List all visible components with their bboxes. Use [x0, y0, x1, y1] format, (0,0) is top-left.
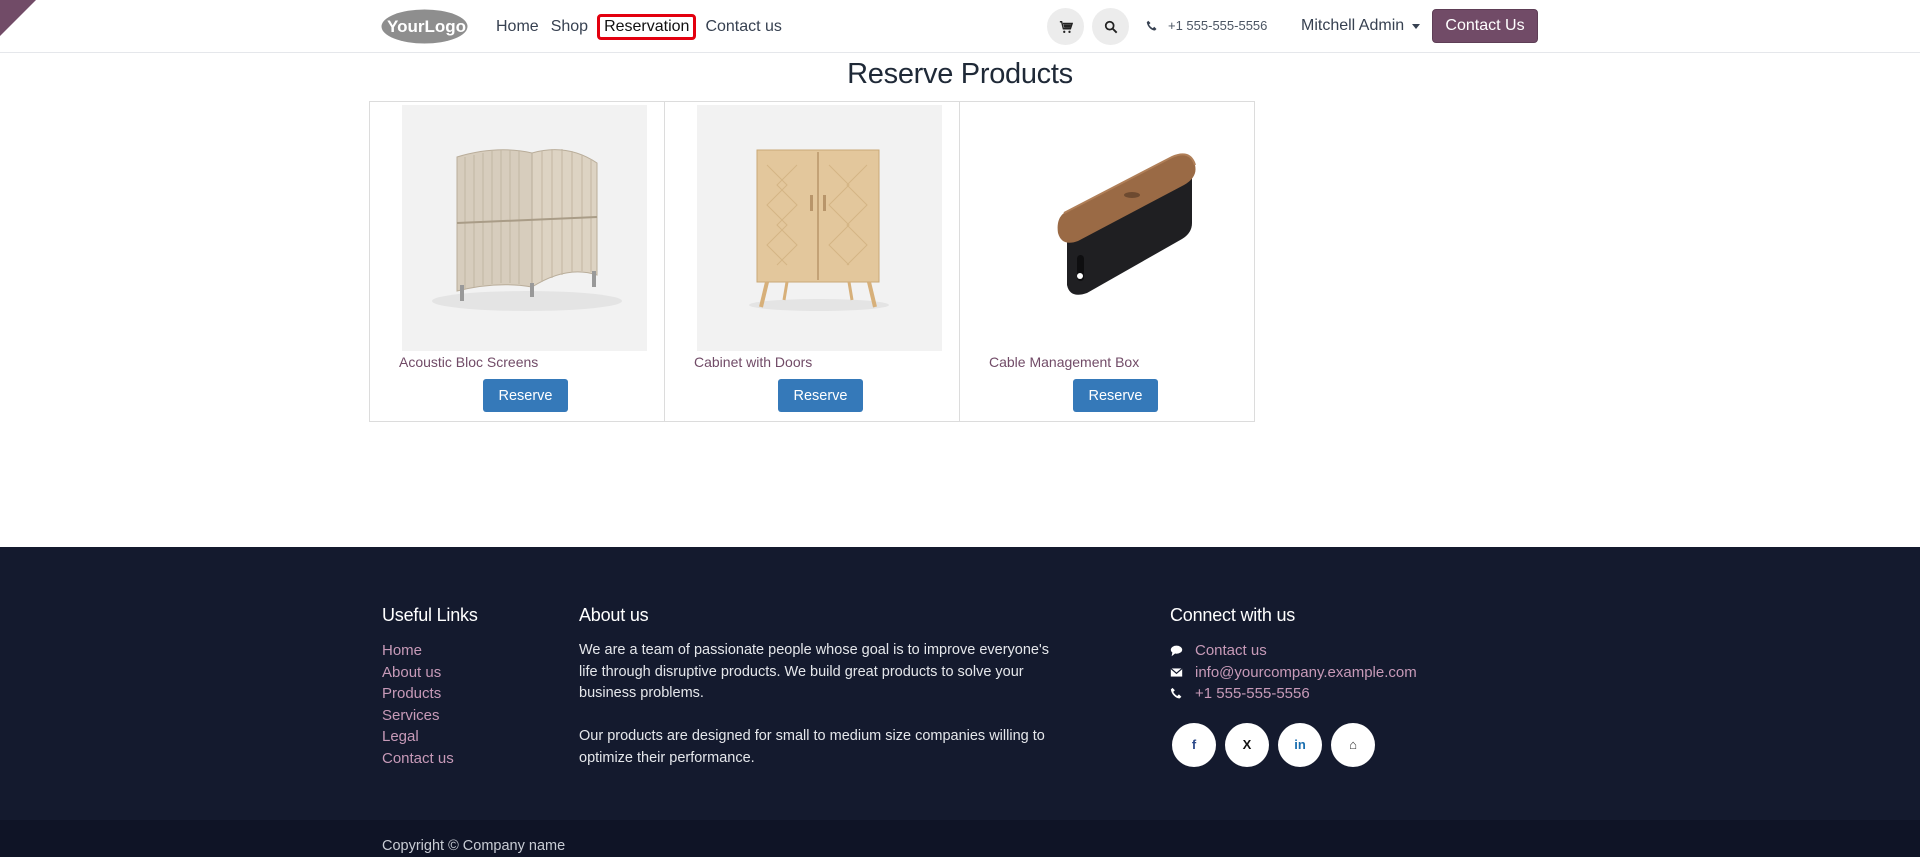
nav-shop[interactable]: Shop [545, 14, 594, 40]
nav-reservation[interactable]: Reservation [597, 14, 697, 40]
product-image-cabinet[interactable] [697, 105, 942, 351]
search-button[interactable] [1092, 8, 1129, 45]
reserve-button[interactable]: Reserve [778, 379, 863, 412]
product-name[interactable]: Acoustic Bloc Screens [399, 354, 538, 370]
contact-us-button[interactable]: Contact Us [1432, 9, 1538, 43]
useful-links-title: Useful Links [382, 605, 478, 625]
x-twitter-icon[interactable]: X [1225, 722, 1269, 767]
social-links: f X in ⌂ [1172, 722, 1417, 767]
reserve-button[interactable]: Reserve [483, 379, 568, 412]
cart-icon [1059, 20, 1073, 33]
product-name[interactable]: Cable Management Box [989, 354, 1139, 370]
product-card: Acoustic Bloc Screens Reserve [369, 101, 665, 422]
site-header: YourLogo Home Shop Reservation Contact u… [0, 0, 1920, 53]
product-image-acoustic-screens[interactable] [402, 105, 647, 351]
chevron-down-icon [1412, 23, 1421, 29]
user-name: Mitchell Admin [1301, 17, 1405, 34]
footer-link-products[interactable]: Products [382, 683, 478, 705]
product-grid: Acoustic Bloc Screens Reserve Cabinet wi… [369, 101, 1255, 422]
nav-home[interactable]: Home [490, 14, 545, 40]
comment-icon [1170, 645, 1183, 657]
site-footer: Useful Links Home About us Products Serv… [0, 547, 1920, 820]
search-icon [1104, 20, 1117, 33]
about-section: About us We are a team of passionate peo… [579, 605, 1049, 770]
corner-badge[interactable] [0, 0, 36, 36]
connect-contact-text: Contact us [1195, 642, 1267, 659]
connect-phone-text: +1 555-555-5556 [1195, 685, 1310, 703]
cart-button[interactable] [1047, 8, 1084, 45]
connect-title: Connect with us [1170, 605, 1296, 625]
linkedin-icon[interactable]: in [1278, 722, 1322, 767]
footer-link-legal[interactable]: Legal [382, 726, 478, 748]
envelope-icon [1170, 667, 1183, 677]
about-paragraph-1: We are a team of passionate people whose… [579, 642, 1049, 702]
footer-link-services[interactable]: Services [382, 705, 478, 727]
phone-icon [1170, 688, 1182, 699]
product-card: Cable Management Box Reserve [959, 101, 1255, 422]
connect-email-text: info@yourcompany.example.com [1195, 663, 1417, 681]
footer-link-contact-us[interactable]: Contact us [382, 748, 478, 770]
product-name[interactable]: Cabinet with Doors [694, 354, 812, 370]
page-title: Reserve Products [847, 58, 1073, 90]
nav-contact-us[interactable]: Contact us [699, 14, 787, 40]
footer-link-home[interactable]: Home [382, 640, 478, 662]
logo-text: YourLogo [387, 17, 466, 36]
product-card: Cabinet with Doors Reserve [664, 101, 960, 422]
header-phone[interactable]: +1 555-555-5556 [1146, 18, 1267, 33]
user-menu[interactable]: Mitchell Admin [1301, 17, 1421, 35]
facebook-icon[interactable]: f [1172, 722, 1216, 767]
about-paragraph-2: Our products are designed for small to m… [579, 728, 1045, 766]
product-image-cable-box[interactable] [992, 105, 1237, 351]
connect-phone[interactable]: +1 555-555-5556 [1170, 683, 1417, 705]
about-title: About us [579, 605, 649, 625]
header-phone-text: +1 555-555-5556 [1168, 18, 1268, 33]
useful-links: Useful Links Home About us Products Serv… [382, 605, 478, 770]
phone-icon [1146, 20, 1157, 30]
copyright-bar: Copyright © Company name [0, 820, 1920, 857]
footer-link-about-us[interactable]: About us [382, 662, 478, 684]
main-nav: Home Shop Reservation Contact us [490, 14, 788, 40]
logo[interactable]: YourLogo [381, 9, 468, 44]
copyright-text: Copyright © Company name [382, 838, 566, 854]
home-icon[interactable]: ⌂ [1331, 722, 1375, 767]
reserve-button[interactable]: Reserve [1073, 379, 1158, 412]
connect-section: Connect with us Contact us info@yourcomp… [1170, 605, 1417, 767]
connect-email[interactable]: info@yourcompany.example.com [1170, 662, 1417, 684]
connect-contact[interactable]: Contact us [1170, 640, 1417, 662]
